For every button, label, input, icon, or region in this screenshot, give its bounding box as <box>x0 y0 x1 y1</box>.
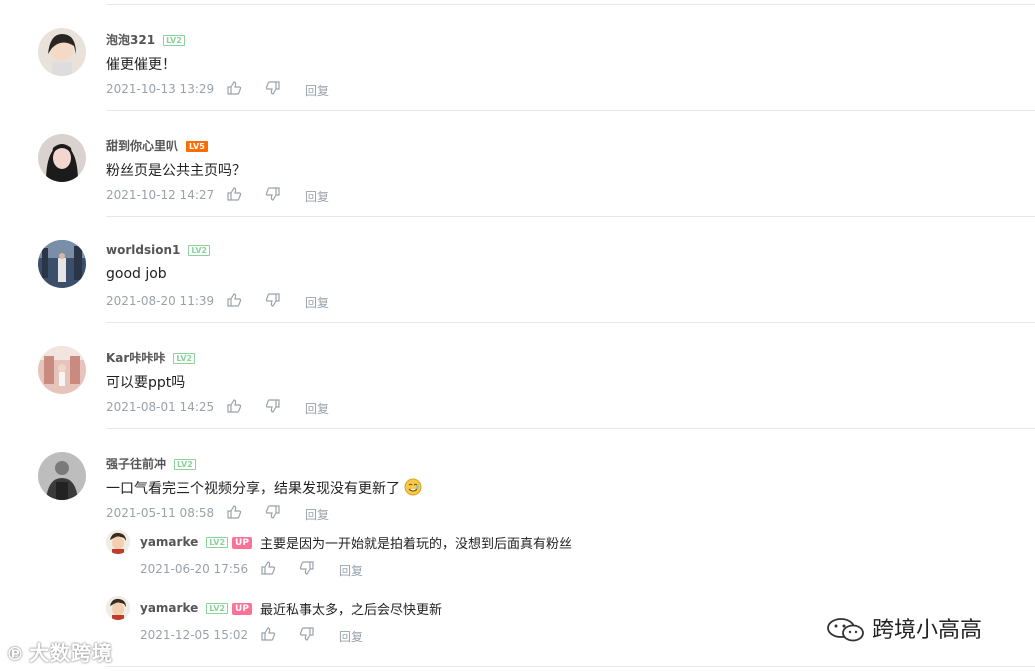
dislike-icon[interactable] <box>265 186 281 202</box>
reply-button[interactable]: 回复 <box>305 294 329 311</box>
comment-username[interactable]: worldsion1 LV2 <box>106 243 211 257</box>
divider <box>106 322 1035 323</box>
like-icon[interactable] <box>226 292 242 308</box>
comment-text: 催更催更！ <box>106 57 176 73</box>
dislike-icon[interactable] <box>299 560 315 576</box>
divider <box>106 110 1035 111</box>
reply-button[interactable]: 回复 <box>305 82 329 99</box>
avatar[interactable] <box>38 240 86 288</box>
avatar[interactable] <box>38 28 86 76</box>
reply-username[interactable]: yamarke LV2 UP <box>140 601 252 615</box>
reply-button[interactable]: 回复 <box>305 188 329 205</box>
reply-button[interactable]: 回复 <box>339 628 363 645</box>
like-icon[interactable] <box>226 504 242 520</box>
like-icon[interactable] <box>226 80 242 96</box>
avatar[interactable] <box>38 452 86 500</box>
level-badge: LV2 <box>188 245 211 256</box>
level-badge: LV2 <box>174 459 196 470</box>
dislike-icon[interactable] <box>265 504 281 520</box>
reply-text: 主要是因为一开始就是拍着玩的，没想到后面真有粉丝 <box>260 537 573 552</box>
comment-text: 可以要ppt吗 <box>106 375 186 391</box>
comment-username[interactable]: 甜到你心里叭 LV5 <box>106 137 208 154</box>
comment-time: 2021-08-01 14:25 <box>106 400 215 414</box>
watermark-left: ℗ 大数跨境 <box>6 641 113 665</box>
divider <box>106 428 1035 429</box>
reply-time: 2021-06-20 17:56 <box>140 562 249 576</box>
reply-button[interactable]: 回复 <box>305 400 329 417</box>
avatar[interactable] <box>38 134 86 182</box>
level-badge: LV2 <box>206 603 229 614</box>
divider <box>106 666 1035 667</box>
logo-icon: ℗ <box>6 644 25 665</box>
comment-username[interactable]: 泡泡321 LV2 <box>106 31 185 48</box>
divider <box>106 4 1035 5</box>
reply-time: 2021-12-05 15:02 <box>140 628 249 642</box>
like-icon[interactable] <box>226 186 242 202</box>
dislike-icon[interactable] <box>299 626 315 642</box>
comment-time: 2021-10-12 14:27 <box>106 188 215 202</box>
reply-text: 最近私事太多，之后会尽快更新 <box>260 603 443 618</box>
comment-time: 2021-10-13 13:29 <box>106 82 215 96</box>
comment-time: 2021-08-20 11:39 <box>106 294 215 308</box>
dislike-icon[interactable] <box>265 398 281 414</box>
watermark-right: 跨境小高高 <box>826 612 982 644</box>
level-badge: LV2 <box>163 35 185 46</box>
level-badge: LV2 <box>206 537 229 548</box>
reply-avatar[interactable] <box>106 530 130 554</box>
comment-text: 粉丝页是公共主页吗？ <box>106 163 246 179</box>
reply-avatar[interactable] <box>106 596 130 620</box>
dislike-icon[interactable] <box>265 80 281 96</box>
reply-button[interactable]: 回复 <box>305 506 329 523</box>
level-badge: LV5 <box>186 141 208 152</box>
comment-text: good job <box>106 266 167 282</box>
emoji-icon <box>404 478 422 496</box>
comment-username[interactable]: Kar咔咔咔 LV2 <box>106 349 196 366</box>
divider <box>106 216 1035 217</box>
level-badge: LV2 <box>173 353 196 364</box>
comment-text: 一口气看完三个视频分享，结果发现没有更新了 <box>106 478 422 498</box>
up-badge: UP <box>232 603 252 615</box>
wechat-icon <box>827 618 864 642</box>
like-icon[interactable] <box>226 398 242 414</box>
like-icon[interactable] <box>260 626 276 642</box>
reply-button[interactable]: 回复 <box>339 562 363 579</box>
comment-username[interactable]: 强子往前冲 LV2 <box>106 455 196 472</box>
avatar[interactable] <box>38 346 86 394</box>
dislike-icon[interactable] <box>265 292 281 308</box>
like-icon[interactable] <box>260 560 276 576</box>
reply-username[interactable]: yamarke LV2 UP <box>140 535 252 549</box>
up-badge: UP <box>232 537 252 549</box>
comment-time: 2021-05-11 08:58 <box>106 506 215 520</box>
